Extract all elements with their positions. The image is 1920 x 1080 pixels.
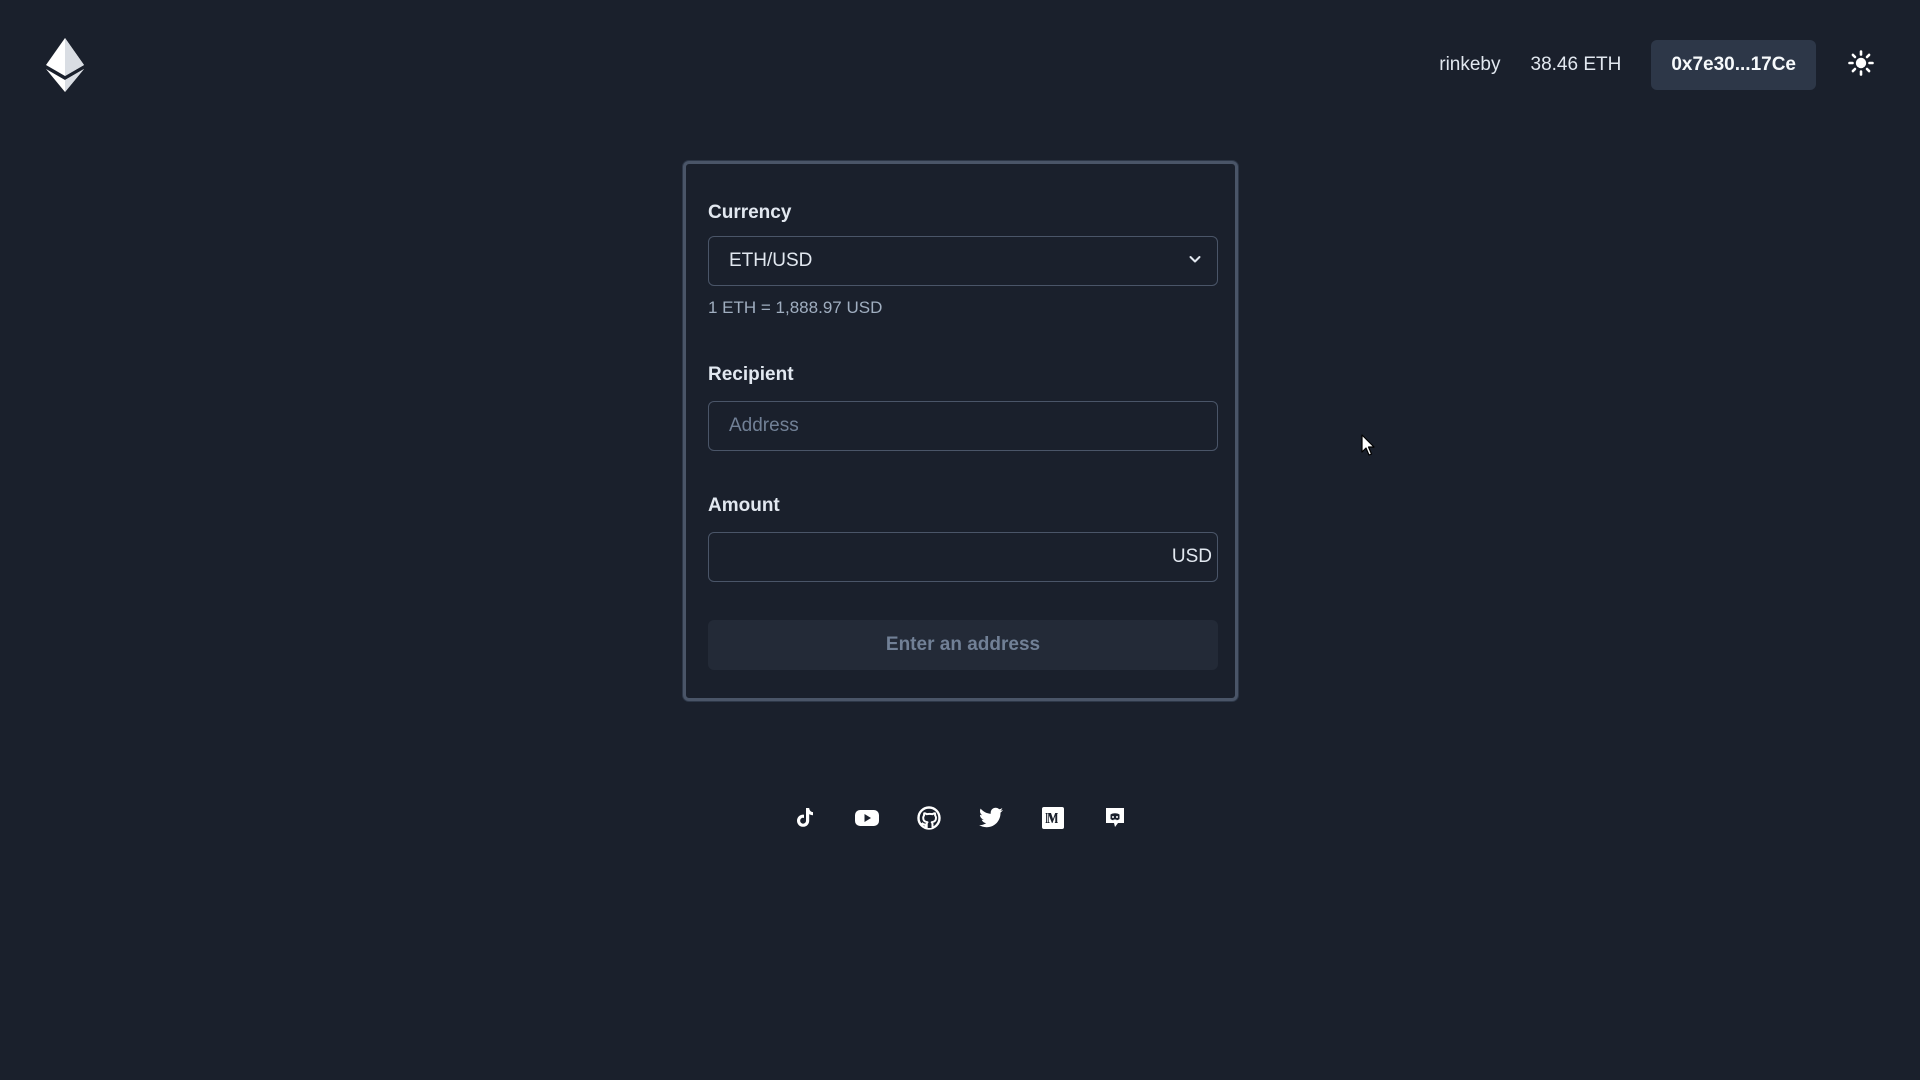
- amount-input-group: USD: [708, 532, 1218, 582]
- discord-link[interactable]: [1100, 805, 1130, 835]
- social-links: [790, 805, 1130, 835]
- recipient-address-input[interactable]: [708, 401, 1218, 451]
- account-button[interactable]: 0x7e30...17Ce: [1651, 40, 1816, 90]
- twitter-icon: [978, 807, 1004, 834]
- mouse-pointer-icon: [1361, 434, 1375, 456]
- recipient-label: Recipient: [708, 364, 794, 385]
- exchange-rate-text: 1 ETH = 1,888.97 USD: [708, 298, 883, 317]
- sun-icon: [1848, 49, 1874, 81]
- medium-link[interactable]: [1038, 805, 1068, 835]
- youtube-icon: [854, 808, 880, 833]
- amount-input[interactable]: [708, 532, 1218, 582]
- tiktok-icon: [793, 806, 817, 835]
- amount-label: Amount: [708, 495, 780, 516]
- currency-select-value: ETH/USD: [729, 250, 813, 271]
- header: rinkeby 38.46 ETH 0x7e30...17Ce: [0, 0, 1920, 130]
- currency-label: Currency: [708, 202, 792, 223]
- tiktok-link[interactable]: [790, 805, 820, 835]
- amount-unit: USD: [1171, 546, 1212, 567]
- chevron-down-icon: [1187, 251, 1203, 272]
- twitter-link[interactable]: [976, 805, 1006, 835]
- account-address: 0x7e30...17Ce: [1671, 54, 1796, 75]
- github-icon: [916, 805, 942, 836]
- send-form-card: Currency ETH/USD 1 ETH = 1,888.97 USD Re…: [683, 161, 1238, 701]
- theme-toggle-button[interactable]: [1846, 49, 1876, 81]
- github-link[interactable]: [914, 805, 944, 835]
- header-nav: rinkeby 38.46 ETH 0x7e30...17Ce: [1439, 40, 1876, 90]
- currency-select[interactable]: ETH/USD: [708, 236, 1218, 286]
- medium-icon: [1041, 806, 1065, 835]
- submit-button[interactable]: Enter an address: [708, 620, 1218, 670]
- ethereum-logo-icon[interactable]: [46, 38, 84, 92]
- discord-icon: [1103, 806, 1127, 835]
- network-name: rinkeby: [1439, 54, 1501, 75]
- page: rinkeby 38.46 ETH 0x7e30...17Ce Currency…: [0, 0, 1920, 1080]
- wallet-balance: 38.46 ETH: [1530, 54, 1622, 75]
- youtube-link[interactable]: [852, 805, 882, 835]
